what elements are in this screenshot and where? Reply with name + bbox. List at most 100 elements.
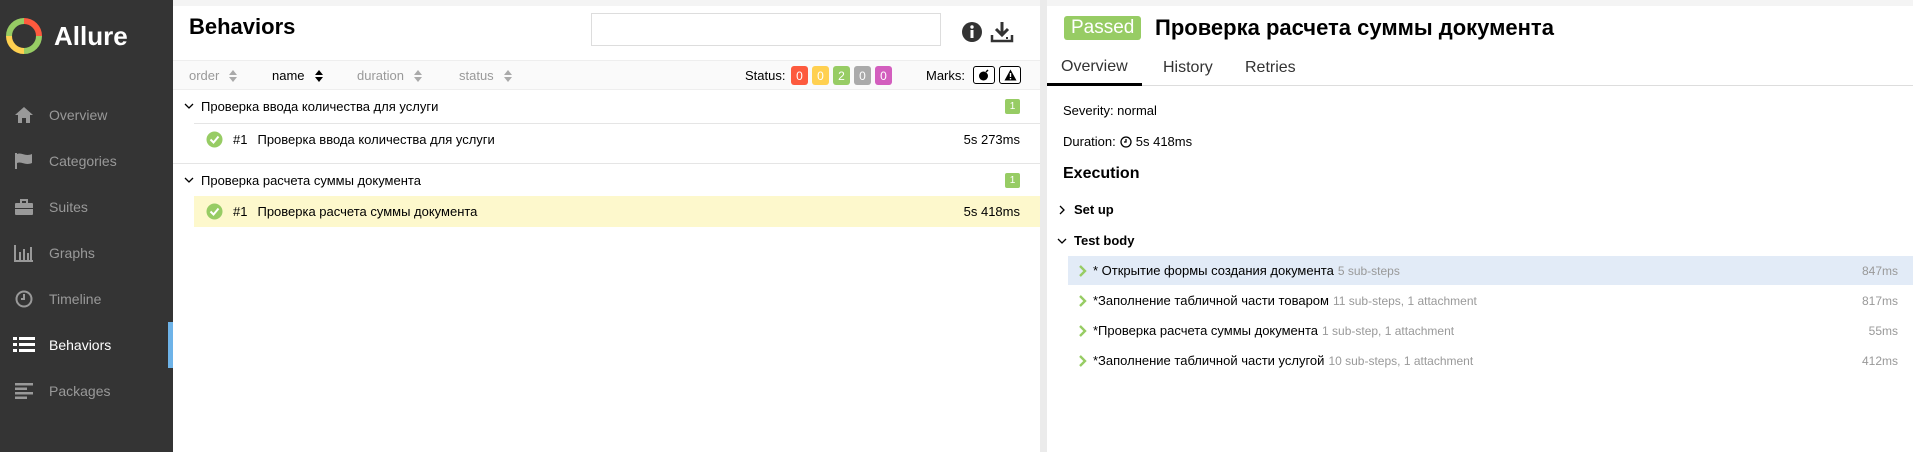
warning-icon xyxy=(1004,69,1016,81)
divider xyxy=(173,163,1040,164)
chevron-down-icon xyxy=(1057,238,1067,244)
step-name: *Заполнение табличной части услугой xyxy=(1093,353,1325,368)
sidebar: Allure Overview Categories Suites Graphs xyxy=(0,0,173,452)
allure-logo-icon xyxy=(6,18,42,54)
step-duration: 55ms xyxy=(1868,324,1898,338)
sort-status[interactable]: status xyxy=(459,68,512,83)
step-row[interactable]: *Заполнение табличной части товаром 11 s… xyxy=(1068,286,1913,315)
test-name: Проверка ввода количества для услуги xyxy=(257,132,495,147)
status-broken-badge[interactable]: 0 xyxy=(812,66,829,85)
step-meta: 5 sub-steps xyxy=(1337,263,1400,278)
sidebar-item-label: Categories xyxy=(49,153,117,169)
step-row[interactable]: *Проверка расчета суммы документа 1 sub-… xyxy=(1068,316,1913,345)
list-icon xyxy=(11,335,37,355)
download-icon[interactable] xyxy=(990,20,1014,44)
tab-retries[interactable]: Retries xyxy=(1245,50,1296,86)
align-left-icon xyxy=(11,381,37,401)
new-failed-mark-button[interactable] xyxy=(999,66,1021,84)
sidebar-item-label: Timeline xyxy=(49,291,102,307)
sidebar-item-packages[interactable]: Packages xyxy=(0,368,173,414)
sidebar-item-label: Packages xyxy=(49,383,111,399)
status-skipped-badge[interactable]: 0 xyxy=(854,66,871,85)
test-row[interactable]: #1 Проверка ввода количества для услуги … xyxy=(194,124,1040,155)
sidebar-item-suites[interactable]: Suites xyxy=(0,184,173,230)
sidebar-item-graphs[interactable]: Graphs xyxy=(0,230,173,276)
test-duration: 5s 273ms xyxy=(963,132,1020,147)
status-badge: Passed xyxy=(1064,16,1142,40)
group-name: Проверка расчета суммы документа xyxy=(201,172,421,188)
step-meta: 1 sub-step, 1 attachment xyxy=(1322,323,1455,338)
chevron-right-icon xyxy=(1079,294,1087,307)
marks-filter-label: Marks: xyxy=(926,68,965,83)
sort-arrows-icon xyxy=(503,69,512,82)
step-name: * Открытие формы создания документа xyxy=(1093,263,1334,278)
step-name: *Заполнение табличной части товаром xyxy=(1093,293,1329,308)
sidebar-nav: Overview Categories Suites Graphs Timeli… xyxy=(0,92,173,414)
step-row[interactable]: * Открытие формы создания документа 5 su… xyxy=(1068,256,1913,285)
test-result-pane: Passed Проверка расчета суммы документа … xyxy=(1047,0,1913,452)
chevron-down-icon xyxy=(184,103,194,109)
chevron-right-icon xyxy=(1079,264,1087,277)
flaky-mark-button[interactable] xyxy=(973,66,995,84)
check-circle-icon xyxy=(206,131,223,148)
app-name: Allure xyxy=(54,20,128,51)
test-title: Проверка расчета суммы документа xyxy=(1155,15,1554,40)
tab-overview[interactable]: Overview xyxy=(1047,50,1142,86)
sidebar-item-label: Suites xyxy=(49,199,88,215)
behavior-group[interactable]: Проверка ввода количества для услуги 1 xyxy=(173,91,1040,121)
status-failed-badge[interactable]: 0 xyxy=(791,66,808,85)
test-row-selected[interactable]: #1 Проверка расчета суммы документа 5s 4… xyxy=(194,196,1040,227)
chevron-right-icon xyxy=(1079,354,1087,367)
brand[interactable]: Allure xyxy=(0,6,173,66)
sort-duration[interactable]: duration xyxy=(357,68,422,83)
sidebar-item-label: Behaviors xyxy=(49,337,112,353)
duration-label: Duration: xyxy=(1063,134,1116,149)
execution-heading: Execution xyxy=(1063,165,1140,182)
step-row[interactable]: *Заполнение табличной части услугой 10 s… xyxy=(1068,346,1913,375)
sort-name[interactable]: name xyxy=(272,68,323,83)
chevron-right-icon xyxy=(1059,205,1065,214)
bomb-icon xyxy=(979,69,989,81)
setup-section[interactable]: Set up xyxy=(1056,202,1114,217)
sidebar-item-behaviors[interactable]: Behaviors xyxy=(0,322,173,368)
sidebar-item-label: Overview xyxy=(49,107,108,123)
search-input[interactable] xyxy=(591,13,941,46)
info-icon[interactable] xyxy=(960,20,984,44)
behavior-group[interactable]: Проверка расчета суммы документа 1 xyxy=(173,165,1040,195)
result-tabs: Overview History Retries xyxy=(1047,50,1913,86)
test-number: #1 xyxy=(233,204,248,219)
duration-value: 5s 418ms xyxy=(1135,134,1193,149)
status-passed-badge[interactable]: 2 xyxy=(833,66,850,85)
tab-history[interactable]: History xyxy=(1163,50,1213,86)
pane-header: Behaviors xyxy=(173,0,1040,60)
sort-order[interactable]: order xyxy=(189,68,238,83)
test-duration: 5s 418ms xyxy=(963,204,1020,219)
sidebar-item-overview[interactable]: Overview xyxy=(0,92,173,138)
behaviors-pane: Behaviors order name duration status Sta… xyxy=(173,0,1040,452)
group-name: Проверка ввода количества для услуги xyxy=(201,98,439,114)
clock-icon xyxy=(1120,135,1132,148)
sidebar-item-timeline[interactable]: Timeline xyxy=(0,276,173,322)
pane-splitter[interactable] xyxy=(1040,0,1047,452)
status-filter-label: Status: xyxy=(745,68,786,83)
clock-icon xyxy=(11,289,37,309)
bar-chart-icon xyxy=(11,243,37,263)
sort-arrows-icon xyxy=(229,69,238,82)
test-name: Проверка расчета суммы документа xyxy=(257,204,478,219)
status-unknown-badge[interactable]: 0 xyxy=(875,66,892,85)
step-name: *Проверка расчета суммы документа xyxy=(1093,323,1319,338)
step-duration: 412ms xyxy=(1861,354,1898,368)
sort-arrows-icon xyxy=(413,69,422,82)
sidebar-item-categories[interactable]: Categories xyxy=(0,138,173,184)
sort-arrows-icon xyxy=(314,69,323,82)
step-duration: 847ms xyxy=(1861,264,1898,278)
step-meta: 10 sub-steps, 1 attachment xyxy=(1328,353,1474,368)
test-body-section[interactable]: Test body xyxy=(1056,233,1134,248)
check-circle-icon xyxy=(206,203,223,220)
flag-icon xyxy=(11,151,37,171)
group-count-badge: 1 xyxy=(1005,173,1020,188)
page-title: Behaviors xyxy=(189,14,296,39)
sidebar-item-label: Graphs xyxy=(49,245,95,261)
home-icon xyxy=(11,105,37,125)
chevron-right-icon xyxy=(1079,324,1087,337)
